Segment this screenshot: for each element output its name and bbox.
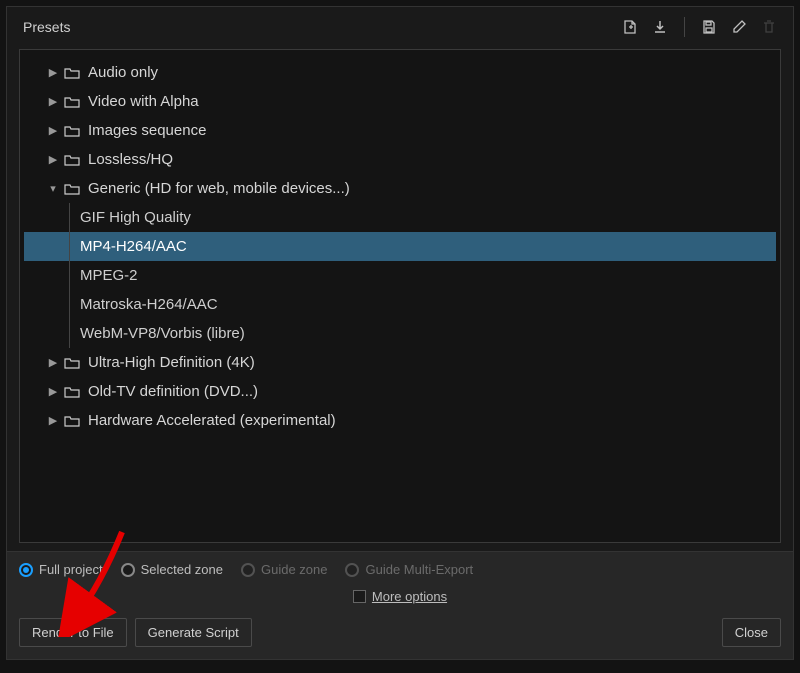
radio-icon <box>19 563 33 577</box>
tree-item-mp4[interactable]: MP4-H264/AAC <box>24 232 776 261</box>
folder-icon <box>64 414 80 428</box>
chevron-right-icon: ▶ <box>48 153 58 166</box>
panel-footer: Full project Selected zone Guide zone Gu… <box>7 551 793 659</box>
tree-folder-hardware[interactable]: ▶ Hardware Accelerated (experimental) <box>24 406 776 435</box>
folder-icon <box>64 356 80 370</box>
folder-icon <box>64 385 80 399</box>
radio-full-project[interactable]: Full project <box>19 562 103 577</box>
chevron-right-icon: ▶ <box>48 124 58 137</box>
render-to-file-button[interactable]: Render to File <box>19 618 127 647</box>
folder-icon <box>64 182 80 196</box>
folder-icon <box>64 153 80 167</box>
tree-folder-oldtv[interactable]: ▶ Old-TV definition (DVD...) <box>24 377 776 406</box>
radio-guide-zone: Guide zone <box>241 562 328 577</box>
radio-guide-multi-export: Guide Multi-Export <box>345 562 473 577</box>
panel-header: Presets <box>7 7 793 45</box>
radio-icon <box>241 563 255 577</box>
render-scope-radios: Full project Selected zone Guide zone Gu… <box>19 562 781 577</box>
tree-folder-video-alpha[interactable]: ▶ Video with Alpha <box>24 87 776 116</box>
edit-icon[interactable] <box>731 19 747 35</box>
chevron-right-icon: ▶ <box>48 385 58 398</box>
tree-item-webm[interactable]: WebM-VP8/Vorbis (libre) <box>24 319 776 348</box>
folder-icon <box>64 66 80 80</box>
tree-item-gif[interactable]: GIF High Quality <box>24 203 776 232</box>
radio-icon <box>345 563 359 577</box>
chevron-right-icon: ▶ <box>48 356 58 369</box>
more-options-row: More options <box>19 589 781 604</box>
chevron-right-icon: ▶ <box>48 414 58 427</box>
more-options-checkbox[interactable] <box>353 590 366 603</box>
download-icon[interactable] <box>652 19 668 35</box>
new-preset-icon[interactable] <box>622 19 638 35</box>
radio-selected-zone[interactable]: Selected zone <box>121 562 223 577</box>
generate-script-button[interactable]: Generate Script <box>135 618 252 647</box>
toolbar-divider <box>684 17 685 37</box>
presets-panel: Presets <box>6 6 794 660</box>
chevron-right-icon: ▶ <box>48 95 58 108</box>
tree-item-mpeg2[interactable]: MPEG-2 <box>24 261 776 290</box>
tree-folder-uhd[interactable]: ▶ Ultra-High Definition (4K) <box>24 348 776 377</box>
preset-tree[interactable]: ▶ Audio only ▶ Video with Alpha ▶ Images… <box>19 49 781 543</box>
radio-icon <box>121 563 135 577</box>
more-options-link[interactable]: More options <box>372 589 447 604</box>
folder-icon <box>64 95 80 109</box>
header-toolbar <box>622 17 777 37</box>
footer-buttons: Render to File Generate Script Close <box>19 618 781 647</box>
chevron-down-icon: ▾ <box>48 182 58 195</box>
delete-icon <box>761 19 777 35</box>
chevron-right-icon: ▶ <box>48 66 58 79</box>
folder-icon <box>64 124 80 138</box>
tree-folder-lossless[interactable]: ▶ Lossless/HQ <box>24 145 776 174</box>
save-icon[interactable] <box>701 19 717 35</box>
tree-item-matroska[interactable]: Matroska-H264/AAC <box>24 290 776 319</box>
panel-title: Presets <box>23 19 70 35</box>
tree-folder-images-sequence[interactable]: ▶ Images sequence <box>24 116 776 145</box>
tree-folder-audio-only[interactable]: ▶ Audio only <box>24 58 776 87</box>
close-button[interactable]: Close <box>722 618 781 647</box>
tree-folder-generic[interactable]: ▾ Generic (HD for web, mobile devices...… <box>24 174 776 203</box>
